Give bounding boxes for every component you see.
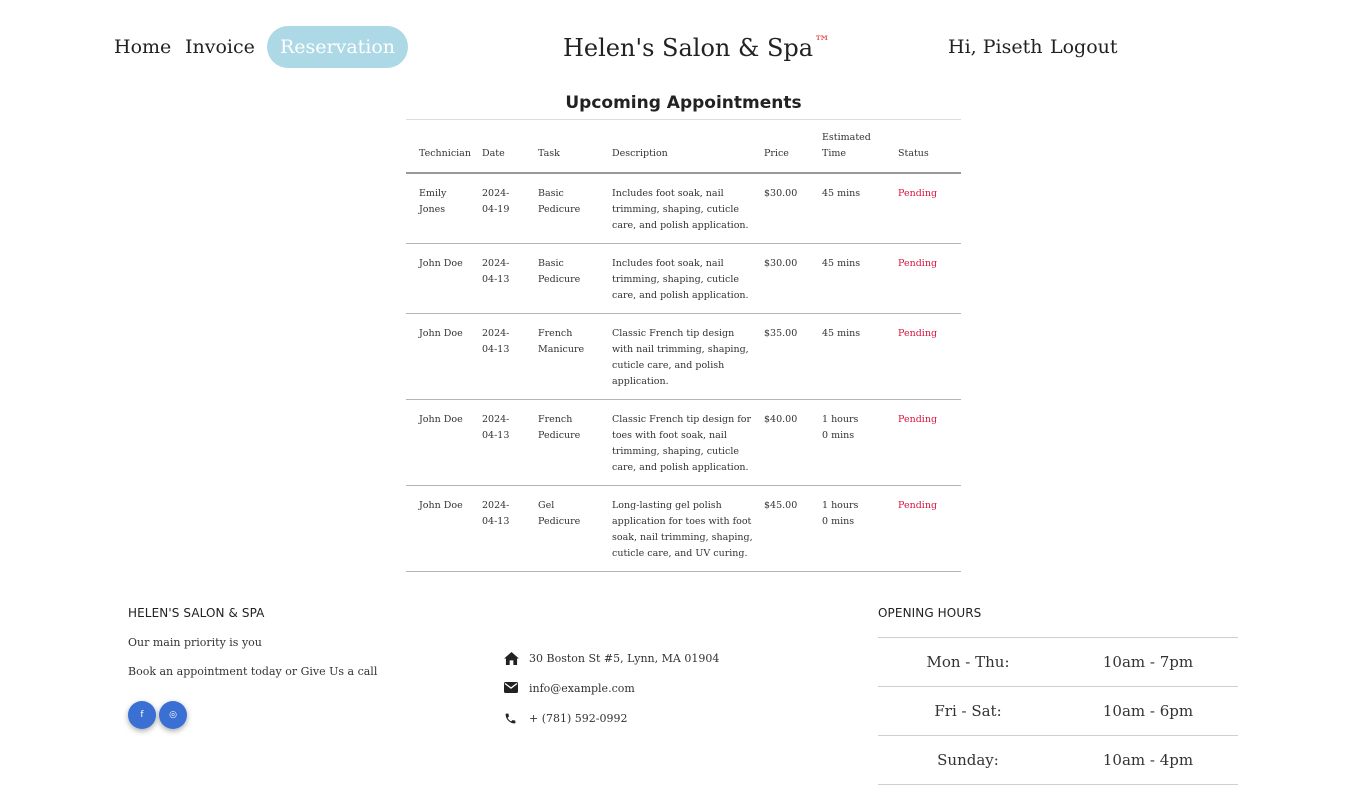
nav-home-link[interactable]: Home (114, 36, 171, 58)
cell-description: Classic French tip design for toes with … (612, 414, 752, 473)
hours-row: Mon - Thu: 10am - 7pm (878, 637, 1238, 687)
facebook-icon[interactable]: f (128, 701, 156, 729)
user-greeting: Hi, Piseth (948, 36, 1043, 58)
table-row: John Doe 2024-04-13 French Pedicure Clas… (406, 400, 961, 486)
table-row: John Doe 2024-04-13 French Manicure Clas… (406, 314, 961, 400)
opening-hours-heading: OPENING HOURS (878, 606, 982, 620)
hours-days: Fri - Sat: (934, 702, 1002, 720)
appointments-table: Technician Date Task Description Price E… (406, 119, 961, 572)
status-badge: Pending (898, 188, 938, 199)
table-row: John Doe 2024-04-13 Gel Pedicure Long-la… (406, 486, 961, 572)
cell-task: French Manicure (538, 328, 585, 355)
cell-estimated-time: 45 mins (822, 258, 861, 269)
trademark-symbol: ™ (814, 32, 831, 51)
hours-days: Mon - Thu: (926, 653, 1010, 671)
cell-date: 2024-04-13 (482, 500, 510, 527)
cell-task: French Pedicure (538, 414, 581, 441)
brand-name: Helen's Salon & Spa (563, 34, 814, 62)
table-row: Emily Jones 2024-04-19 Basic Pedicure In… (406, 173, 961, 244)
nav-invoice-link[interactable]: Invoice (185, 36, 255, 58)
hours-row: Fri - Sat: 10am - 6pm (878, 686, 1238, 736)
header-estimated-time: Estimated Time (822, 132, 871, 159)
email-text[interactable]: info@example.com (529, 682, 635, 695)
header-price: Price (764, 148, 789, 159)
status-badge: Pending (898, 500, 938, 511)
cell-task: Gel Pedicure (538, 500, 581, 527)
cell-description: Includes foot soak, nail trimming, shapi… (612, 188, 749, 231)
cell-estimated-time: 1 hours 0 mins (822, 414, 859, 441)
footer-about: HELEN'S SALON & SPA Our main priority is… (128, 606, 428, 678)
page-title: Upcoming Appointments (565, 93, 802, 113)
cell-task: Basic Pedicure (538, 258, 581, 285)
cell-price: $40.00 (764, 414, 798, 425)
status-badge: Pending (898, 258, 938, 269)
cell-date: 2024-04-19 (482, 188, 510, 215)
cell-date: 2024-04-13 (482, 414, 510, 441)
cell-technician: John Doe (419, 414, 463, 425)
opening-hours-table: Mon - Thu: 10am - 7pm Fri - Sat: 10am - … (878, 637, 1238, 785)
footer-cta: Book an appointment today or Give Us a c… (128, 665, 378, 678)
table-header-row: Technician Date Task Description Price E… (406, 119, 961, 173)
instagram-icon[interactable]: ◎ (159, 701, 187, 729)
cell-technician: John Doe (419, 258, 463, 269)
phone-text[interactable]: + (781) 592-0992 (529, 712, 628, 725)
header-description: Description (612, 148, 668, 159)
cell-technician: John Doe (419, 500, 463, 511)
hours-time: 10am - 4pm (1102, 751, 1194, 769)
header-task: Task (538, 148, 560, 159)
top-navbar: Home Invoice Reservation Helen's Salon &… (0, 26, 1366, 68)
address-text: 30 Boston St #5, Lynn, MA 01904 (529, 652, 720, 665)
header-status: Status (898, 148, 929, 159)
hours-row: Sunday: 10am - 4pm (878, 735, 1238, 785)
cell-date: 2024-04-13 (482, 258, 510, 285)
logout-link[interactable]: Logout (1050, 36, 1118, 58)
hours-time: 10am - 7pm (1102, 653, 1194, 671)
nav-reservation-button[interactable]: Reservation (267, 26, 408, 68)
footer-tagline: Our main priority is you (128, 636, 262, 649)
header-technician: Technician (419, 148, 471, 159)
cell-price: $30.00 (764, 258, 798, 269)
cell-description: Long-lasting gel polish application for … (612, 500, 753, 559)
cell-technician: Emily Jones (419, 188, 447, 215)
cell-estimated-time: 45 mins (822, 188, 861, 199)
cell-estimated-time: 45 mins (822, 328, 861, 339)
envelope-icon (504, 682, 518, 693)
status-badge: Pending (898, 328, 938, 339)
hours-time: 10am - 6pm (1102, 702, 1194, 720)
cell-description: Includes foot soak, nail trimming, shapi… (612, 258, 749, 301)
table-row: John Doe 2024-04-13 Basic Pedicure Inclu… (406, 244, 961, 314)
brand-title[interactable]: Helen's Salon & Spa™ (563, 32, 830, 62)
cell-task: Basic Pedicure (538, 188, 581, 215)
cell-date: 2024-04-13 (482, 328, 510, 355)
cell-description: Classic French tip design with nail trim… (612, 328, 749, 387)
home-icon (504, 652, 519, 665)
hours-days: Sunday: (937, 751, 999, 769)
header-date: Date (482, 148, 505, 159)
cell-price: $35.00 (764, 328, 798, 339)
cell-price: $45.00 (764, 500, 798, 511)
cell-technician: John Doe (419, 328, 463, 339)
cell-estimated-time: 1 hours 0 mins (822, 500, 859, 527)
phone-icon (505, 713, 516, 724)
footer-about-heading: HELEN'S SALON & SPA (128, 606, 265, 620)
cell-price: $30.00 (764, 188, 798, 199)
status-badge: Pending (898, 414, 938, 425)
